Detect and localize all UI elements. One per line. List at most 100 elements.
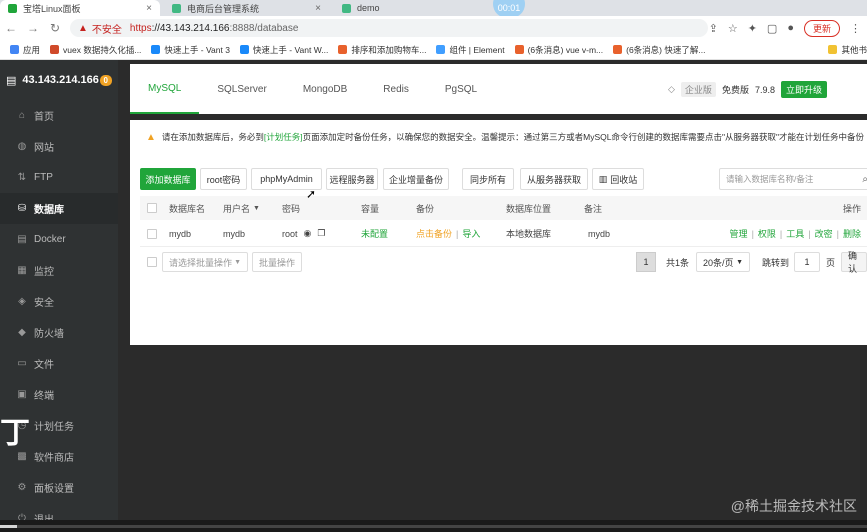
- col-capacity: 容量: [361, 203, 380, 214]
- sidebar-item-folder[interactable]: ▭ 文件: [0, 348, 118, 379]
- permission-link[interactable]: 权限: [758, 227, 776, 240]
- tab-mysql[interactable]: MySQL: [130, 64, 200, 114]
- tab-pgsql[interactable]: PgSQL: [427, 64, 495, 114]
- page-unit: 页: [826, 257, 836, 268]
- manage-link[interactable]: 管理: [730, 227, 748, 240]
- notification-badge[interactable]: 0: [99, 74, 112, 86]
- bookmark-item[interactable]: 快速上手 - Vant W...: [239, 44, 328, 56]
- share-icon[interactable]: ⇪: [709, 22, 718, 35]
- extensions-icon[interactable]: ✦: [748, 22, 757, 35]
- menu-icon[interactable]: ⋮: [850, 22, 861, 35]
- delete-link[interactable]: 删除: [843, 227, 861, 240]
- current-page[interactable]: 1: [636, 252, 656, 272]
- jump-label: 跳转到: [762, 257, 790, 268]
- upgrade-button[interactable]: 立即升级: [780, 81, 827, 98]
- db-search-input[interactable]: 请输入数据库名称/备注 ⌕: [719, 168, 867, 190]
- mouse-cursor-icon: ➚: [306, 187, 317, 201]
- version-label: 7.9.8: [754, 84, 775, 95]
- bookmark-item[interactable]: 排序和添加购物车...: [338, 44, 426, 56]
- eye-icon[interactable]: ◉: [304, 228, 312, 239]
- bookmark-item[interactable]: 组件 | Element: [436, 44, 505, 56]
- baota-favicon-icon: [8, 3, 17, 13]
- cron-task-link[interactable]: [计划任务]: [264, 131, 303, 143]
- db-capacity[interactable]: 未配置: [361, 221, 388, 246]
- warning-icon: ▲: [78, 22, 88, 34]
- sidebar-item-terminal[interactable]: ▣ 终端: [0, 379, 118, 410]
- profile-icon[interactable]: ●: [787, 22, 794, 34]
- sidebar-item-ftp[interactable]: ⇅ FTP: [0, 162, 118, 193]
- star-icon[interactable]: ☆: [728, 22, 738, 35]
- db-remark[interactable]: mydb: [588, 221, 610, 246]
- confirm-jump-button[interactable]: 确认: [841, 251, 867, 274]
- bookmark-item[interactable]: vuex 数据持久化插...: [50, 44, 141, 56]
- fetch-from-server-button[interactable]: 从服务器获取: [520, 168, 588, 190]
- col-db-name[interactable]: 数据库名: [169, 196, 205, 220]
- sidebar-item-home[interactable]: ⌂ 首页: [0, 100, 118, 131]
- bookmark-icon: [338, 45, 348, 54]
- bookmark-item[interactable]: (6条消息) 快速了解...: [613, 44, 705, 56]
- video-progress[interactable]: [0, 520, 867, 532]
- bookmark-item[interactable]: 应用: [10, 44, 40, 56]
- progress-fill: [0, 524, 18, 528]
- close-tab-icon[interactable]: ×: [146, 3, 152, 14]
- tab-redis[interactable]: Redis: [365, 64, 427, 114]
- select-all-checkbox[interactable]: [147, 203, 157, 213]
- tab-demo[interactable]: demo: [334, 0, 489, 16]
- sidebar-item-firewall[interactable]: ◆ 防火墙: [0, 317, 118, 348]
- warning-icon: ▲: [146, 131, 156, 143]
- watermark: @稀土掘金技术社区: [730, 498, 857, 514]
- row-checkbox[interactable]: [147, 228, 157, 239]
- per-page-select[interactable]: 20条/页 ▼: [696, 252, 750, 272]
- footer-checkbox[interactable]: [147, 257, 157, 267]
- sidepanel-icon[interactable]: ▢: [767, 22, 777, 35]
- bookmark-item[interactable]: 快速上手 - Vant 3: [151, 44, 230, 56]
- import-link[interactable]: 导入: [462, 227, 480, 240]
- tools-link[interactable]: 工具: [786, 227, 804, 240]
- tab-baota[interactable]: 宝塔Linux面板 ×: [0, 0, 160, 16]
- enterprise-label[interactable]: 企业版: [680, 82, 716, 97]
- monitor-icon: ▦: [17, 265, 27, 276]
- sidebar-item-globe[interactable]: ◍ 网站: [0, 131, 118, 162]
- col-backup: 备份: [416, 203, 435, 214]
- forward-icon[interactable]: →: [22, 21, 44, 35]
- bookmark-item[interactable]: (6条消息) vue v-m...: [514, 44, 603, 56]
- update-button[interactable]: 更新: [803, 19, 840, 37]
- incremental-backup-button[interactable]: 企业增量备份: [383, 168, 449, 190]
- sidebar-item-docker[interactable]: ▤ Docker: [0, 224, 118, 255]
- batch-select[interactable]: 请选择批量操作 ▼: [162, 252, 248, 272]
- close-tab-icon[interactable]: ×: [315, 3, 321, 14]
- change-password-link[interactable]: 改密: [815, 227, 833, 240]
- docker-icon: ▤: [17, 234, 27, 245]
- recycle-bin-button[interactable]: ▥ 回收站: [592, 168, 644, 190]
- jump-input[interactable]: 1: [794, 252, 820, 272]
- sidebar-item-database[interactable]: ⛁ 数据库: [0, 193, 118, 224]
- diamond-icon: ◇: [668, 84, 675, 94]
- back-icon[interactable]: ←: [0, 21, 22, 35]
- progress-track[interactable]: [0, 524, 867, 528]
- tab-admin[interactable]: 电商后台管理系统 ×: [164, 0, 329, 16]
- batch-action-button[interactable]: 批量操作: [252, 252, 302, 272]
- add-database-button[interactable]: 添加数据库: [140, 168, 196, 190]
- bookmark-item[interactable]: 其他书: [828, 44, 867, 56]
- root-password-button[interactable]: root密码: [200, 168, 247, 190]
- sidebar-item-settings[interactable]: ⚙ 面板设置: [0, 472, 118, 503]
- sidebar-item-monitor[interactable]: ▦ 监控: [0, 255, 118, 286]
- sidebar-item-logout[interactable]: ⏻退出: [0, 503, 118, 520]
- tab-sqlserver[interactable]: SQLServer: [199, 64, 284, 114]
- folder-icon: ▭: [17, 358, 27, 369]
- remote-server-button[interactable]: 远程服务器: [326, 168, 378, 190]
- tab-mongodb[interactable]: MongoDB: [285, 64, 365, 114]
- col-username[interactable]: 用户名 ▼: [223, 196, 260, 220]
- reload-icon[interactable]: ↻: [44, 21, 66, 35]
- col-location: 数据库位置: [506, 203, 552, 214]
- bookmark-icon: [151, 45, 161, 54]
- search-icon[interactable]: ⌕: [862, 174, 867, 185]
- click-backup-link[interactable]: 点击备份: [416, 227, 452, 240]
- sync-all-button[interactable]: 同步所有: [462, 168, 514, 190]
- url-field[interactable]: ▲ 不安全 https://43.143.214.166:8888/databa…: [70, 19, 708, 37]
- table-row: mydb mydb root ◉ ❐ 未配置 点击备份 | 导入 本地数据库 m…: [140, 221, 867, 247]
- sidebar-item-shield[interactable]: ◈ 安全: [0, 286, 118, 317]
- firewall-icon: ◆: [18, 327, 26, 338]
- copy-icon[interactable]: ❐: [317, 228, 325, 239]
- table-header: 数据库名 用户名 ▼ 密码 容量 备份 数据库位置 备注 操作: [140, 196, 867, 220]
